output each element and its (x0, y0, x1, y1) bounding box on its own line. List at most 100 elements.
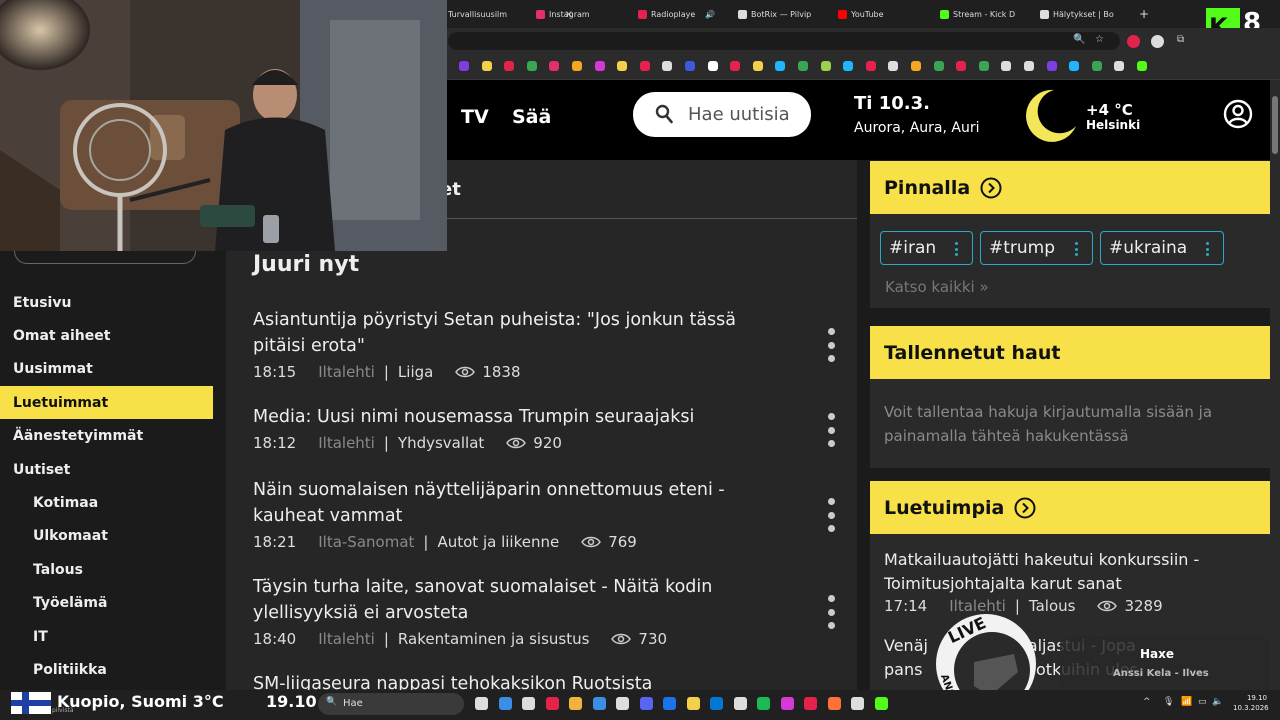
bookmark-icon[interactable] (572, 61, 582, 71)
taskbar-app-icon[interactable] (569, 697, 582, 710)
bookmark-icon[interactable] (933, 61, 944, 71)
system-clock[interactable]: 19.10 10.3.2026 (1233, 693, 1269, 713)
extension-icon[interactable] (1127, 35, 1140, 48)
bookmark-icon[interactable] (459, 61, 469, 71)
taskbar-app-icon[interactable] (498, 697, 512, 710)
bookmark-icon[interactable] (1001, 61, 1012, 71)
bookmark-icon[interactable] (843, 61, 854, 71)
article-category[interactable]: Yhdysvallat (398, 434, 484, 452)
bookmark-icon[interactable] (1091, 61, 1102, 71)
kebab-icon[interactable] (1206, 242, 1209, 256)
bookmark-icon[interactable] (685, 61, 695, 71)
kebab-icon[interactable] (955, 242, 958, 256)
tab-kick[interactable]: Stream - Kick D (940, 4, 1015, 24)
bookmark-icon[interactable] (730, 61, 741, 71)
mic-icon[interactable]: 🎙 (1163, 697, 1174, 707)
more-options-icon[interactable] (826, 413, 836, 447)
sidebar-item[interactable]: Ulkomaat (0, 520, 213, 553)
bookmark-icon[interactable] (662, 61, 673, 71)
sidebar-item[interactable]: Talous (0, 553, 213, 586)
taskbar-app-icon[interactable] (710, 697, 723, 710)
tab-halytykset[interactable]: Hälytykset | Bo (1040, 4, 1114, 24)
scrollbar-thumb[interactable] (1272, 96, 1278, 154)
bookmark-icon[interactable] (549, 61, 560, 71)
tab-youtube[interactable]: YouTube (838, 4, 884, 24)
bookmark-icon[interactable] (639, 61, 650, 71)
sidebar-item[interactable]: Etusivu (0, 286, 213, 319)
wifi-icon[interactable]: 📶 (1181, 697, 1192, 707)
bookmark-icon[interactable] (911, 61, 921, 71)
tag-chip[interactable]: #iran (880, 231, 973, 265)
sidebar-item[interactable]: Äänestetyimmät (0, 420, 213, 453)
article-category[interactable]: Rakentaminen ja sisustus (398, 630, 589, 648)
bookmark-icon[interactable] (1137, 61, 1147, 71)
star-icon[interactable]: ☆ (1095, 34, 1104, 45)
taskbar-app-icon[interactable] (592, 697, 606, 710)
nav-saa[interactable]: Sää (512, 106, 551, 128)
taskbar-app-icon[interactable] (475, 697, 488, 710)
article-title[interactable]: SM-liigaseura nappasi tehokaksikon Ruots… (253, 671, 773, 690)
bookmark-icon[interactable] (707, 61, 718, 71)
arrow-circle-icon[interactable] (980, 177, 1002, 199)
speaker-icon[interactable]: 🔈 (1212, 697, 1223, 707)
arrow-circle-icon[interactable] (1014, 497, 1036, 519)
taskbar-search[interactable] (318, 693, 464, 715)
address-input[interactable] (448, 32, 1120, 50)
bookmark-icon[interactable] (1024, 61, 1034, 71)
more-options-icon[interactable] (826, 328, 836, 362)
bookmark-icon[interactable] (594, 61, 605, 71)
bookmark-icon[interactable] (798, 61, 808, 71)
article-title[interactable]: Asiantuntija pöyristyi Setan puheista: "… (253, 307, 773, 359)
more-options-icon[interactable] (826, 498, 836, 532)
puzzle-icon[interactable]: ⧉ (1177, 34, 1184, 45)
bookmark-icon[interactable] (1046, 61, 1057, 71)
bookmark-icon[interactable] (1069, 61, 1080, 71)
article[interactable]: SM-liigaseura nappasi tehokaksikon Ruots… (253, 671, 773, 690)
nav-tv[interactable]: TV (461, 106, 489, 128)
bookmark-icon[interactable] (1114, 61, 1125, 71)
sidebar-item[interactable]: Uutiset (0, 453, 213, 486)
taskbar-app-icon[interactable] (522, 697, 535, 710)
sidebar-item[interactable]: IT (0, 620, 213, 653)
pinnalla-header[interactable]: Pinnalla (870, 161, 1270, 214)
weather-location[interactable]: Kuopio, Suomi 3°C (57, 692, 224, 711)
taskbar-app-icon[interactable] (804, 697, 817, 710)
bookmark-icon[interactable] (888, 61, 899, 71)
taskbar-app-icon[interactable] (663, 697, 676, 710)
article-title[interactable]: Media: Uusi nimi nousemassa Trumpin seur… (253, 404, 773, 430)
taskbar-app-icon[interactable] (874, 697, 888, 710)
zoom-icon[interactable]: 🔍 (1073, 34, 1085, 45)
more-options-icon[interactable] (826, 595, 836, 629)
sidebar-item[interactable]: Kotimaa (0, 486, 213, 519)
taskbar-app-icon[interactable] (686, 697, 700, 710)
extension-icon[interactable] (1151, 35, 1164, 48)
article[interactable]: Täysin turha laite, sanovat suomalaiset … (253, 574, 773, 652)
bookmark-icon[interactable] (752, 61, 763, 71)
kebab-icon[interactable] (1075, 242, 1078, 256)
bookmark-icon[interactable] (481, 61, 492, 71)
bookmark-icon[interactable] (504, 61, 515, 71)
popular-article-title[interactable]: Matkailuautojätti hakeutui konkurssiin -… (884, 548, 1254, 596)
article-category[interactable]: Liiga (398, 363, 433, 381)
taskbar-app-icon[interactable] (851, 697, 864, 710)
tab-radioplayer[interactable]: Radioplaye 🔊 (638, 4, 715, 24)
article-title[interactable]: Näin suomalaisen näyttelijäparin onnetto… (253, 477, 773, 529)
see-all-link[interactable]: Katso kaikki » (885, 278, 989, 296)
user-icon[interactable] (1223, 99, 1253, 129)
article[interactable]: Media: Uusi nimi nousemassa Trumpin seur… (253, 404, 773, 456)
monitor-icon[interactable]: ▭ (1198, 697, 1207, 707)
article[interactable]: Näin suomalaisen näyttelijäparin onnetto… (253, 477, 773, 555)
new-tab-button[interactable]: + (1139, 4, 1149, 24)
article[interactable]: Asiantuntija pöyristyi Setan puheista: "… (253, 307, 773, 385)
bookmark-icon[interactable] (617, 61, 628, 71)
article-category[interactable]: Autot ja liikenne (437, 533, 559, 551)
taskbar-app-icon[interactable] (733, 697, 747, 710)
bookmark-icon[interactable] (978, 61, 989, 71)
tab-instagram[interactable]: Instagram (536, 4, 590, 24)
bookmark-icon[interactable] (526, 61, 537, 71)
article-title[interactable]: Täysin turha laite, sanovat suomalaiset … (253, 574, 773, 626)
sidebar-item[interactable]: Politiikka (0, 653, 213, 686)
tag-chip[interactable]: #trump (980, 231, 1093, 265)
taskbar-app-icon[interactable] (827, 697, 841, 710)
luetuimpia-header[interactable]: Luetuimpia (870, 481, 1270, 534)
